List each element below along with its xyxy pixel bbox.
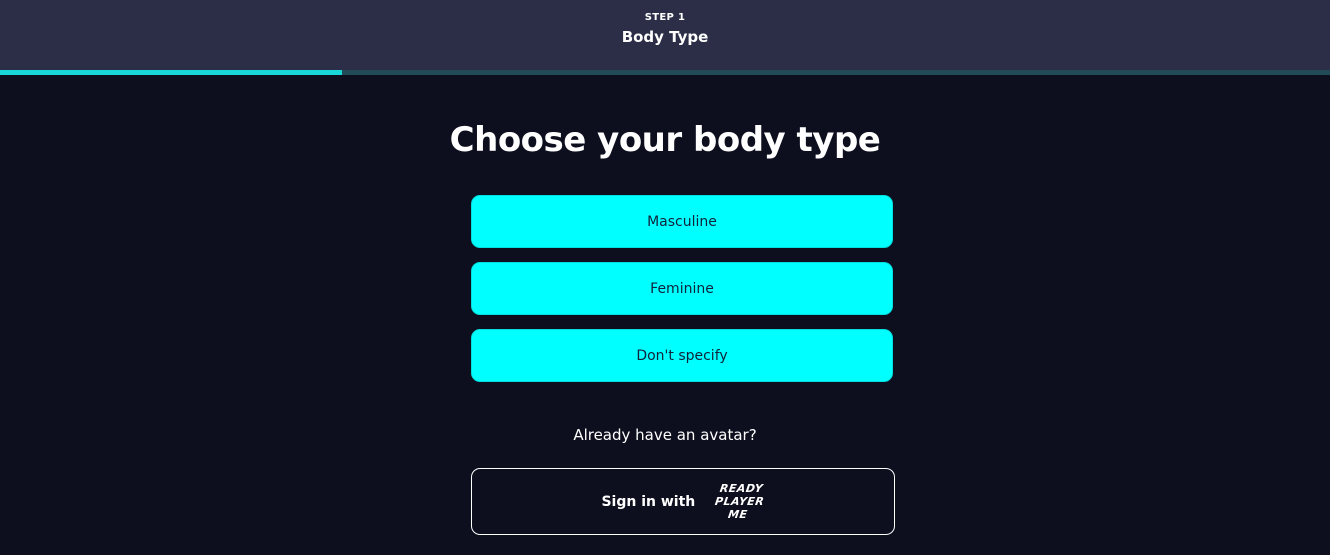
page-title: Choose your body type (449, 120, 881, 160)
dont-specify-button[interactable]: Don't specify (471, 329, 893, 382)
masculine-button[interactable]: Masculine (471, 195, 893, 248)
sign-in-label: Sign in with (601, 493, 696, 510)
sign-in-button[interactable]: Sign in with READY PLAYER ME (471, 468, 895, 535)
logo-line: ME (727, 508, 749, 521)
progress-bar (0, 70, 1330, 75)
header-bar: STEP 1 Body Type (0, 0, 1330, 70)
step-label: STEP 1 (644, 12, 686, 23)
logo-line: READY (719, 482, 765, 495)
step-title: Body Type (621, 28, 709, 46)
already-have-avatar-text: Already have an avatar? (573, 426, 757, 444)
logo-line: PLAYER (714, 495, 766, 508)
ready-player-me-logo: READY PLAYER ME (713, 482, 768, 521)
feminine-button[interactable]: Feminine (471, 262, 893, 315)
progress-fill (0, 70, 342, 75)
